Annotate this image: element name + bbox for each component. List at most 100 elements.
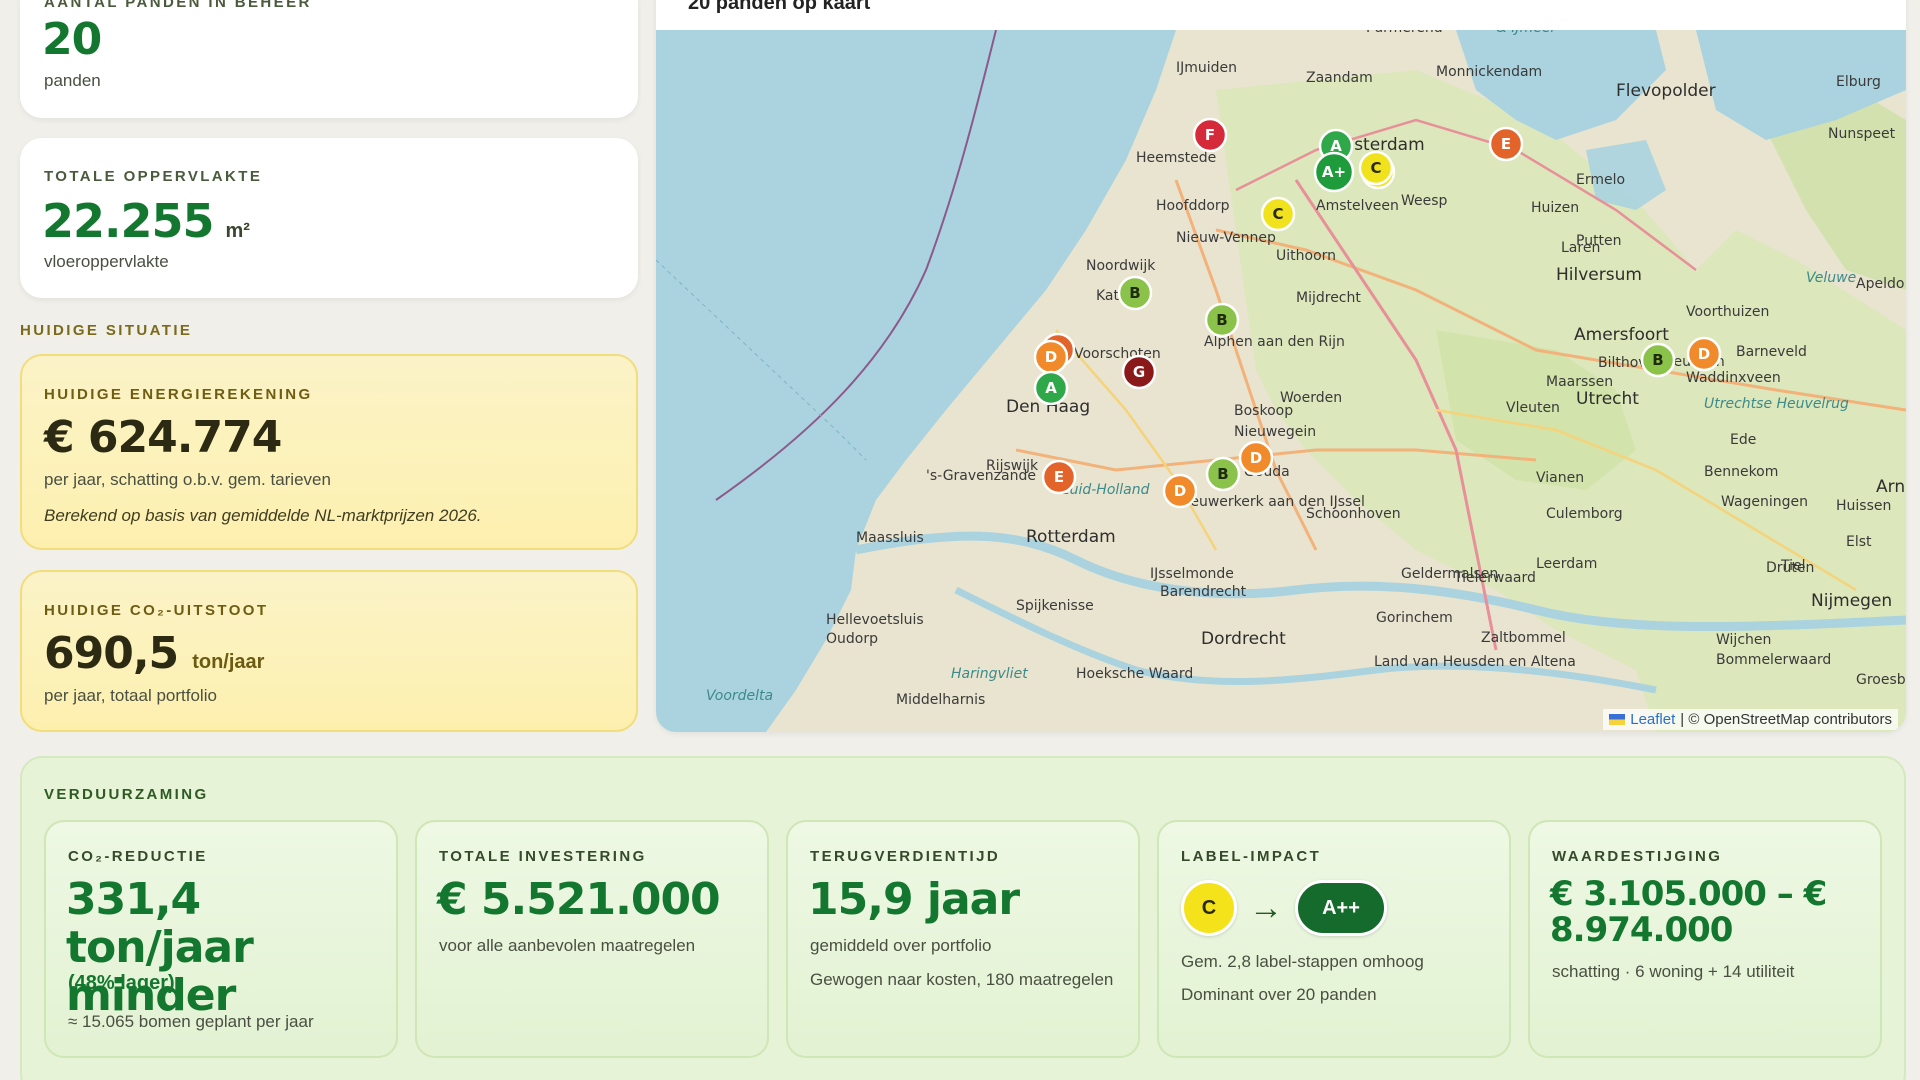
map-marker[interactable]: C bbox=[1260, 196, 1296, 232]
map-marker[interactable]: F bbox=[1192, 117, 1228, 153]
map-place-label: Haringvliet bbox=[951, 666, 1028, 682]
panden-value: 20 bbox=[42, 14, 102, 65]
leaflet-link[interactable]: Leaflet bbox=[1630, 711, 1675, 728]
map-place-label: Ermelo bbox=[1576, 172, 1625, 188]
co2-reductie-card: CO₂-REDUCTIE 331,4 ton/jaar minder (48% … bbox=[44, 820, 398, 1058]
map-marker-label: G bbox=[1133, 363, 1145, 381]
map-place-label: Elst bbox=[1846, 534, 1872, 550]
map-place-label: Huizen bbox=[1531, 200, 1579, 216]
map-place-label: Wageningen bbox=[1721, 494, 1808, 510]
investering-value: € 5.521.000 bbox=[437, 874, 721, 925]
map-marker[interactable]: D bbox=[1238, 440, 1274, 476]
waardestijging-value: € 3.105.000 – € 8.974.000 bbox=[1550, 874, 1827, 950]
label-impact-card: LABEL-IMPACT C → A++ Gem. 2,8 label-stap… bbox=[1157, 820, 1511, 1058]
map-place-label: Maassluis bbox=[856, 530, 924, 546]
map-marker-label: D bbox=[1250, 449, 1262, 467]
label-impact-note: Dominant over 20 panden bbox=[1181, 985, 1377, 1004]
map-place-label: Mijdrecht bbox=[1296, 290, 1361, 306]
map-header: 20 panden op kaart bbox=[656, 0, 1906, 30]
map-place-label: Elburg bbox=[1836, 74, 1881, 90]
co2-reductie-percentage: (48% lager) bbox=[68, 972, 175, 994]
map-place-label: Rotterdam bbox=[1026, 527, 1116, 547]
map-place-label: Hellevoetsluis bbox=[826, 612, 924, 628]
map-marker[interactable]: D bbox=[1033, 339, 1069, 375]
map-marker-label: E bbox=[1054, 468, 1064, 486]
map-marker-label: D bbox=[1045, 348, 1057, 366]
section-title-huidige-situatie: HUIDIGE SITUATIE bbox=[20, 322, 193, 339]
terugverdientijd-label: TERUGVERDIENTIJD bbox=[810, 848, 1001, 865]
map-place-label: Zaandam bbox=[1306, 70, 1373, 86]
map-marker-label: A+ bbox=[1322, 163, 1346, 181]
map-place-label: Wijchen bbox=[1716, 632, 1771, 648]
map-place-label: Gorinchem bbox=[1376, 610, 1453, 626]
map-place-label: Woerden bbox=[1280, 390, 1342, 406]
map-place-label: Utrecht bbox=[1576, 389, 1639, 409]
map-place-label: Maarssen bbox=[1546, 374, 1613, 390]
ukraine-flag-icon bbox=[1609, 714, 1626, 725]
map-marker-label: B bbox=[1129, 284, 1140, 302]
map-place-label: Barendrecht bbox=[1160, 584, 1247, 600]
investering-label: TOTALE INVESTERING bbox=[439, 848, 647, 865]
energierekening-label: HUIDIGE ENERGIEREKENING bbox=[44, 386, 313, 403]
map-marker[interactable]: B bbox=[1117, 275, 1153, 311]
map-place-label: & IJmeer bbox=[1496, 30, 1557, 36]
map-place-label: Hilversum bbox=[1556, 265, 1642, 285]
map-place-label: Schoonhoven bbox=[1306, 506, 1401, 522]
oppervlakte-card: TOTALE OPPERVLAKTE 22.255 m² vloeropperv… bbox=[20, 138, 638, 298]
oppervlakte-sub: vloeroppervlakte bbox=[44, 252, 169, 271]
map-place-label: Monnickendam bbox=[1436, 64, 1542, 80]
map-place-label: Hoeksche Waard bbox=[1076, 666, 1193, 682]
map-marker[interactable]: D bbox=[1162, 473, 1198, 509]
map-marker-label: C bbox=[1370, 159, 1381, 177]
waardestijging-label: WAARDESTIJGING bbox=[1552, 848, 1723, 865]
verduurzaming-title: VERDUURZAMING bbox=[44, 786, 209, 803]
map-view[interactable]: HeemskerkPurmerendMarkermeer& IJmeerLely… bbox=[656, 30, 1906, 732]
terugverdientijd-card: TERUGVERDIENTIJD 15,9 jaar gemiddeld ove… bbox=[786, 820, 1140, 1058]
map-marker-label: E bbox=[1501, 135, 1511, 153]
map-marker[interactable]: A+ bbox=[1313, 151, 1355, 193]
map-marker[interactable]: D bbox=[1686, 336, 1722, 372]
terugverdientijd-note: Gewogen naar kosten, 180 maatregelen bbox=[810, 970, 1114, 989]
terugverdientijd-value: 15,9 jaar bbox=[808, 874, 1020, 925]
map-marker[interactable]: E bbox=[1041, 459, 1077, 495]
map-marker[interactable]: B bbox=[1205, 456, 1241, 492]
map-place-label: Oudorp bbox=[826, 631, 878, 647]
map-marker[interactable]: B bbox=[1640, 342, 1676, 378]
map-card: 20 panden op kaart IJmuiden Zaandam Monn… bbox=[656, 0, 1906, 732]
map-marker-label: A bbox=[1045, 379, 1057, 397]
map-place-label: Heemstede bbox=[1136, 150, 1216, 166]
map-marker[interactable]: E bbox=[1488, 126, 1524, 162]
co2-uitstoot-label: HUIDIGE CO₂-UITSTOOT bbox=[44, 602, 269, 619]
map-place-label: Tielerwaard bbox=[1453, 570, 1536, 586]
map-place-label: Nijmegen bbox=[1811, 591, 1892, 611]
map-marker[interactable]: B bbox=[1204, 302, 1240, 338]
co2-uitstoot-value: 690,5 bbox=[44, 628, 179, 679]
map-marker[interactable]: C bbox=[1358, 150, 1394, 186]
map-attribution: Leaflet | © OpenStreetMap contributors bbox=[1603, 709, 1898, 730]
energierekening-value: € 624.774 bbox=[44, 412, 282, 463]
map-place-label: Nieuw-Vennep bbox=[1176, 230, 1276, 246]
map-marker-label: D bbox=[1698, 345, 1710, 363]
map-place-label: Weesp bbox=[1401, 193, 1448, 209]
map-place-label: Waddinxveen bbox=[1686, 370, 1781, 386]
map-marker-label: C bbox=[1272, 205, 1283, 223]
map-place-label: Voorthuizen bbox=[1686, 304, 1769, 320]
map-marker[interactable]: A bbox=[1033, 370, 1069, 406]
co2-reductie-label: CO₂-REDUCTIE bbox=[68, 848, 208, 865]
map-place-label: Spijkenisse bbox=[1016, 598, 1094, 614]
map-place-label: Nunspeet bbox=[1828, 126, 1896, 142]
map-place-label: Land van Heusden en Altena bbox=[1374, 654, 1576, 670]
map-place-label: Amstelveen bbox=[1316, 198, 1399, 214]
map-place-label: Barneveld bbox=[1736, 344, 1807, 360]
map-marker[interactable]: G bbox=[1121, 354, 1157, 390]
co2-uitstoot-value-row: 690,5 ton/jaar bbox=[44, 628, 264, 679]
label-impact-sub: Gem. 2,8 label-stappen omhoog bbox=[1181, 952, 1424, 971]
map-canvas[interactable]: HeemskerkPurmerendMarkermeer& IJmeerLely… bbox=[656, 30, 1906, 732]
map-place-label: IJsselmonde bbox=[1150, 566, 1234, 582]
oppervlakte-label: TOTALE OPPERVLAKTE bbox=[44, 168, 263, 185]
attribution-text: | © OpenStreetMap contributors bbox=[1680, 711, 1892, 728]
energierekening-note: Berekend op basis van gemiddelde NL-mark… bbox=[44, 506, 482, 525]
map-place-label: Leerdam bbox=[1536, 556, 1597, 572]
map-place-label: Amersfoort bbox=[1574, 325, 1669, 345]
map-place-label: Veluwe bbox=[1806, 270, 1856, 286]
